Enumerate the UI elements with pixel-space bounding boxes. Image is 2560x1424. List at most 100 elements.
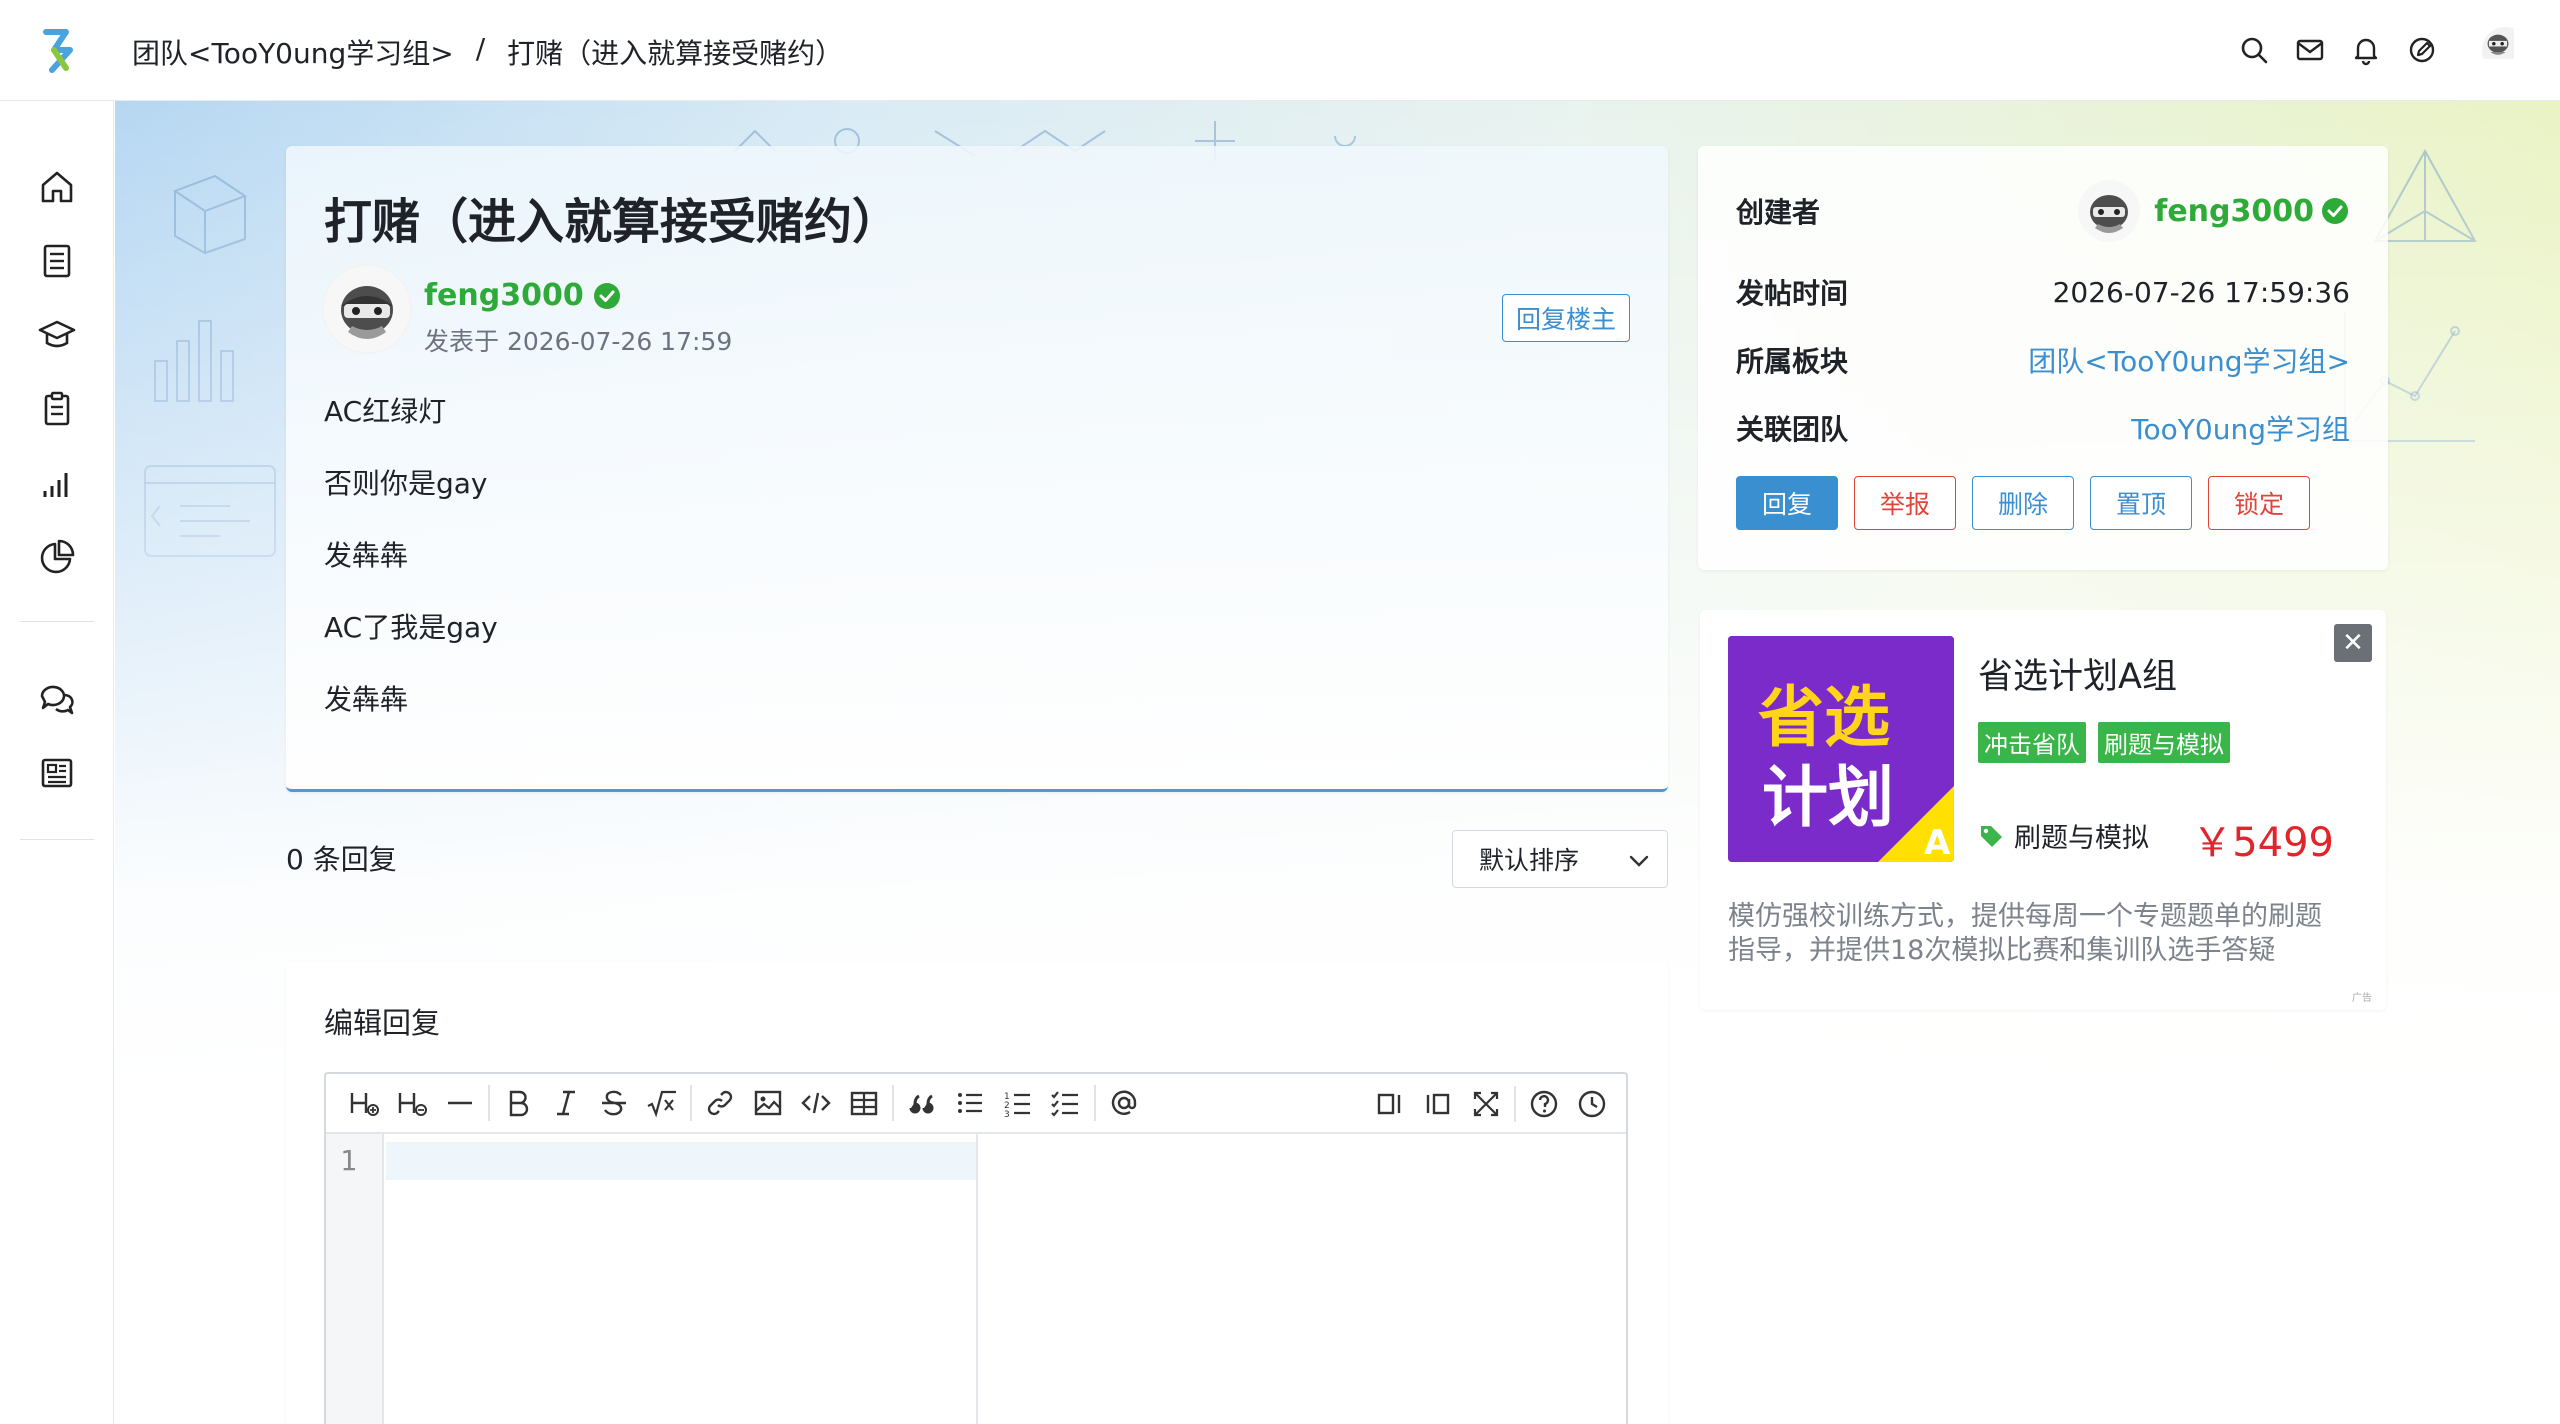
- lock-button[interactable]: 锁定: [2208, 476, 2310, 530]
- chevron-down-icon: [1629, 855, 1649, 867]
- toolbar-separator: [892, 1085, 894, 1121]
- table-icon[interactable]: [840, 1079, 888, 1127]
- preview-divider: [976, 1134, 978, 1424]
- post-body: AC红绿灯 否则你是gay 发犇犇 AC了我是gay 发犇犇: [324, 392, 498, 752]
- sort-selected-value: 默认排序: [1479, 846, 1580, 875]
- creator-avatar[interactable]: [2078, 180, 2141, 242]
- sort-select[interactable]: 默认排序: [1452, 830, 1668, 888]
- author-name-text[interactable]: feng3000: [424, 278, 584, 313]
- fullscreen-icon[interactable]: [1462, 1080, 1510, 1128]
- article-icon[interactable]: [31, 747, 83, 799]
- toolbar-separator: [1094, 1085, 1096, 1121]
- site-logo-icon[interactable]: [36, 28, 80, 74]
- problem-list-icon[interactable]: [31, 235, 83, 287]
- team-label: 关联团队: [1736, 413, 1849, 446]
- ad-description: 模仿强校训练方式，提供每周一个专题题单的刷题指导，并提供18次模拟比赛和集训队选…: [1728, 901, 2322, 966]
- markdown-editor: 123 1: [324, 1072, 1628, 1424]
- post-card: 打赌（进入就算接受赌约） feng3000 发表于 2026-07-26 17:…: [286, 146, 1668, 792]
- search-icon[interactable]: [2226, 22, 2282, 78]
- breadcrumb-current: 打赌（进入就算接受赌约）: [507, 37, 844, 70]
- left-sidebar: [0, 101, 114, 1424]
- ad-tag: 刷题与模拟: [2098, 722, 2230, 763]
- report-button[interactable]: 举报: [1854, 476, 1956, 530]
- mention-icon[interactable]: [1100, 1079, 1148, 1127]
- ad-card[interactable]: 省选 计划 A ✕ 省选计划A组 冲击省队 刷题与模拟 刷题与模拟 ￥5499 …: [1700, 610, 2386, 1010]
- help-icon[interactable]: [1520, 1080, 1568, 1128]
- ranking-icon[interactable]: [31, 457, 83, 509]
- creator-label: 创建者: [1736, 196, 1821, 229]
- ad-category: 刷题与模拟: [1978, 816, 2149, 855]
- reply-host-button[interactable]: 回复楼主: [1502, 294, 1630, 342]
- ad-close-button[interactable]: ✕: [2334, 624, 2372, 662]
- toolbar-separator: [690, 1085, 692, 1121]
- author-name[interactable]: feng3000: [424, 278, 622, 313]
- editor-input-area[interactable]: [386, 1142, 976, 1180]
- breadcrumb-separator: /: [475, 32, 486, 65]
- editor-title: 编辑回复: [324, 1006, 441, 1040]
- sidebar-divider: [20, 839, 94, 840]
- team-link[interactable]: TooY0ung学习组: [2131, 408, 2350, 448]
- board-link[interactable]: 团队<TooY0ung学习组>: [2028, 340, 2350, 380]
- heading-remove-icon[interactable]: [388, 1079, 436, 1127]
- contest-icon[interactable]: [31, 383, 83, 435]
- ad-price: ￥5499: [2192, 820, 2334, 866]
- toolbar-separator: [1514, 1086, 1516, 1122]
- breadcrumb: 团队<TooY0ung学习组> / 打赌（进入就算接受赌约）: [132, 32, 843, 72]
- creator-name-text[interactable]: feng3000: [2154, 194, 2314, 229]
- ad-tags: 冲击省队 刷题与模拟: [1978, 722, 2230, 763]
- ad-image-line2: 计划: [1762, 759, 1894, 836]
- reply-count: 0 条回复: [286, 843, 397, 876]
- strikethrough-icon[interactable]: [590, 1079, 638, 1127]
- breadcrumb-team-link[interactable]: 团队<TooY0ung学习组>: [132, 32, 454, 72]
- heading-icon[interactable]: [340, 1079, 388, 1127]
- board-row: 所属板块 团队<TooY0ung学习组>: [1736, 340, 2350, 380]
- stats-pie-icon[interactable]: [31, 531, 83, 583]
- post-paragraph: 发犇犇: [324, 539, 409, 572]
- course-icon[interactable]: [31, 309, 83, 361]
- horizontal-rule-icon[interactable]: [436, 1079, 484, 1127]
- split-view-icon[interactable]: [1414, 1080, 1462, 1128]
- formula-icon[interactable]: [638, 1079, 686, 1127]
- verified-badge-icon: [2322, 198, 2348, 224]
- reply-button[interactable]: 回复: [1736, 476, 1838, 530]
- post-action-buttons: 回复 举报 删除 置顶 锁定: [1736, 476, 2310, 530]
- line-number-gutter: 1: [326, 1134, 384, 1424]
- creator-row: 创建者 feng3000: [1736, 180, 2350, 242]
- ordered-list-icon[interactable]: 123: [994, 1079, 1042, 1127]
- ad-tag: 冲击省队: [1978, 722, 2086, 763]
- home-icon[interactable]: [31, 161, 83, 213]
- image-icon[interactable]: [744, 1079, 792, 1127]
- team-row: 关联团队 TooY0ung学习组: [1736, 408, 2350, 448]
- delete-button[interactable]: 删除: [1972, 476, 2074, 530]
- tag-icon: [1981, 825, 2002, 847]
- creator-name[interactable]: feng3000: [2154, 194, 2350, 229]
- ad-image[interactable]: 省选 计划 A: [1728, 636, 1954, 862]
- post-time-row: 发帖时间 2026-07-26 17:59:36: [1736, 272, 2350, 312]
- board-label: 所属板块: [1736, 345, 1849, 378]
- mail-icon[interactable]: [2282, 22, 2338, 78]
- post-title: 打赌（进入就算接受赌约）: [324, 194, 901, 250]
- link-icon[interactable]: [696, 1079, 744, 1127]
- edit-mode-icon[interactable]: [1366, 1080, 1414, 1128]
- time-value: 2026-07-26 17:59:36: [2052, 275, 2350, 309]
- bold-icon[interactable]: [494, 1079, 542, 1127]
- user-avatar[interactable]: [2450, 22, 2560, 78]
- ad-title[interactable]: 省选计划A组: [1978, 648, 2177, 699]
- task-list-icon[interactable]: [1042, 1079, 1090, 1127]
- code-icon[interactable]: [792, 1079, 840, 1127]
- author-avatar[interactable]: [324, 266, 410, 352]
- bullet-list-icon[interactable]: [946, 1079, 994, 1127]
- bell-icon[interactable]: [2338, 22, 2394, 78]
- discussion-icon[interactable]: [31, 673, 83, 725]
- toolbar-separator: [488, 1085, 490, 1121]
- history-clock-icon[interactable]: [1568, 1080, 1616, 1128]
- creator-profile[interactable]: feng3000: [2078, 180, 2350, 242]
- italic-icon[interactable]: [542, 1079, 590, 1127]
- editor-toolbar: 123: [326, 1074, 1626, 1134]
- post-paragraph: 否则你是gay: [324, 467, 488, 500]
- pin-button[interactable]: 置顶: [2090, 476, 2192, 530]
- post-paragraph: AC了我是gay: [324, 611, 498, 644]
- quote-icon[interactable]: [898, 1079, 946, 1127]
- edit-note-icon[interactable]: [2394, 22, 2450, 78]
- toolbar-right-group: [1366, 1080, 1616, 1128]
